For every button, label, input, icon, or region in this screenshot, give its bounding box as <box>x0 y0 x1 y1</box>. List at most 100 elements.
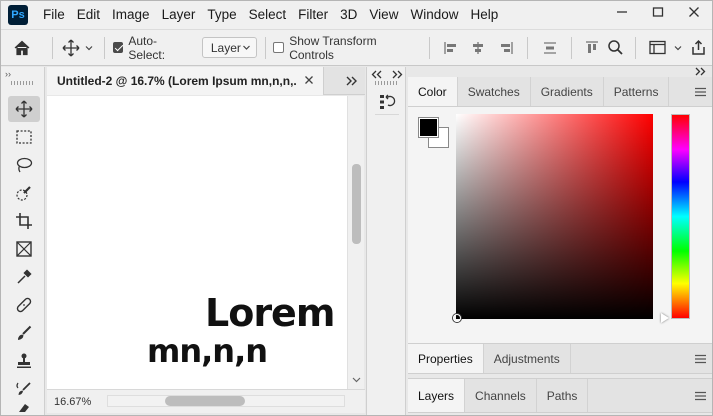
tab-gradients[interactable]: Gradients <box>531 77 604 106</box>
collapsed-panel-header[interactable] <box>367 67 407 81</box>
tab-color-label: Color <box>418 84 447 99</box>
align-top-button[interactable] <box>580 33 603 63</box>
home-button[interactable] <box>1 33 44 63</box>
separator <box>264 36 266 59</box>
zoom-level[interactable]: 16.67% <box>54 396 91 408</box>
menu-filter[interactable]: Filter <box>292 1 334 29</box>
distribute-button[interactable] <box>536 33 563 63</box>
lasso-tool[interactable] <box>8 152 40 178</box>
move-tool[interactable] <box>8 96 40 122</box>
minimize-icon <box>617 11 627 13</box>
vertical-scroll-thumb[interactable] <box>352 164 361 244</box>
photoshop-logo-icon[interactable]: Ps <box>8 5 28 25</box>
align-center-button[interactable] <box>465 33 492 63</box>
tab-paths[interactable]: Paths <box>537 379 589 412</box>
scroll-down-icon[interactable] <box>352 376 361 384</box>
clone-stamp-tool[interactable] <box>8 348 40 374</box>
frame-tool[interactable] <box>8 236 40 262</box>
eraser-tool[interactable] <box>8 400 40 414</box>
color-picker-marker[interactable] <box>453 314 461 322</box>
workspace-chevron-button[interactable] <box>671 33 685 63</box>
history-brush-icon <box>16 382 31 395</box>
chevron-down-icon <box>674 45 682 50</box>
close-window-button[interactable] <box>676 1 712 23</box>
menu-window[interactable]: Window <box>404 1 464 29</box>
panel-grip[interactable] <box>11 81 35 85</box>
menu-type[interactable]: Type <box>201 1 242 29</box>
auto-select-target-dropdown[interactable]: Layer <box>201 37 257 58</box>
status-bar: 16.67% <box>47 389 365 413</box>
menu-select[interactable]: Select <box>243 1 293 29</box>
show-transform-controls-label: Show Transform Controls <box>289 33 377 62</box>
tab-color[interactable]: Color <box>408 77 458 106</box>
menu-layer[interactable]: Layer <box>156 1 202 29</box>
align-right-icon <box>500 41 513 54</box>
preset-chevron-button[interactable] <box>82 33 96 63</box>
quick-selection-icon <box>16 186 31 201</box>
tab-channels[interactable]: Channels <box>465 379 537 412</box>
panel-menu-icon[interactable] <box>695 391 706 401</box>
tab-properties[interactable]: Properties <box>408 344 484 373</box>
auto-select-checkbox[interactable] <box>112 42 124 53</box>
menu-image[interactable]: Image <box>106 1 156 29</box>
show-transform-controls-checkbox[interactable] <box>273 42 285 53</box>
share-button[interactable] <box>685 33 712 63</box>
align-left-icon <box>444 41 457 54</box>
maximize-icon <box>652 7 664 17</box>
eyedropper-tool[interactable] <box>8 264 40 290</box>
menu-edit[interactable]: Edit <box>71 1 106 29</box>
panel-grip[interactable] <box>375 81 399 85</box>
panel-menu-icon[interactable] <box>695 87 706 97</box>
align-right-button[interactable] <box>492 33 519 63</box>
marquee-tool[interactable] <box>8 124 40 150</box>
tab-adjustments[interactable]: Adjustments <box>484 344 571 373</box>
menu-view[interactable]: View <box>363 1 404 29</box>
properties-panel-tabs: Properties Adjustments <box>408 344 712 374</box>
menu-3d[interactable]: 3D <box>334 1 363 29</box>
history-panel-button[interactable] <box>375 89 399 115</box>
document-tab[interactable]: Untitled-2 @ 16.7% (Lorem Ipsum mn,n,n,.… <box>47 67 324 95</box>
horizontal-scroll-thumb[interactable] <box>165 396 245 406</box>
tab-layers[interactable]: Layers <box>408 379 466 412</box>
document-tab-bar: Untitled-2 @ 16.7% (Lorem Ipsum mn,n,n,.… <box>47 67 365 95</box>
separator <box>51 36 53 59</box>
brush-icon <box>18 325 32 340</box>
panel-menu-icon[interactable] <box>695 354 706 364</box>
tab-swatches[interactable]: Swatches <box>458 77 531 106</box>
chevron-down-icon <box>242 45 250 50</box>
brush-tool[interactable] <box>8 320 40 346</box>
collapse-right-icon[interactable] <box>694 67 706 76</box>
move-icon <box>62 39 80 56</box>
hue-slider[interactable] <box>671 114 690 319</box>
quick-selection-tool[interactable] <box>8 180 40 206</box>
workspace-button[interactable] <box>644 33 671 63</box>
document-tab-title: Untitled-2 @ 16.7% (Lorem Ipsum mn,n,n,.… <box>57 74 297 88</box>
tab-patterns[interactable]: Patterns <box>604 77 670 106</box>
close-icon[interactable] <box>303 74 315 86</box>
collapse-icon[interactable]: ›› <box>5 69 11 79</box>
separator <box>103 36 105 59</box>
hue-slider-handle[interactable] <box>661 313 669 323</box>
vertical-scrollbar[interactable] <box>347 96 364 389</box>
healing-brush-tool[interactable] <box>8 292 40 318</box>
eyedropper-icon <box>17 269 32 284</box>
collapse-left-icon[interactable] <box>371 70 383 79</box>
align-left-button[interactable] <box>438 33 465 63</box>
maximize-button[interactable] <box>640 1 676 23</box>
color-panel <box>408 107 712 344</box>
menu-help[interactable]: Help <box>464 1 504 29</box>
menu-file[interactable]: File <box>37 1 71 29</box>
search-button[interactable] <box>604 33 627 63</box>
expand-panels-icon[interactable] <box>345 75 359 87</box>
tab-properties-label: Properties <box>418 351 473 366</box>
document-canvas[interactable]: Lorem Ip mn,n,n <box>47 96 347 389</box>
tools-panel-header[interactable]: ›› <box>1 69 45 79</box>
align-top-icon <box>586 40 599 53</box>
crop-tool[interactable] <box>8 208 40 234</box>
eraser-icon <box>19 404 29 412</box>
move-tool-preset-button[interactable] <box>61 33 82 63</box>
color-picker-field[interactable] <box>456 114 653 319</box>
expand-right-icon[interactable] <box>391 70 403 79</box>
minimize-button[interactable] <box>604 1 640 23</box>
foreground-color-swatch[interactable] <box>418 117 439 138</box>
